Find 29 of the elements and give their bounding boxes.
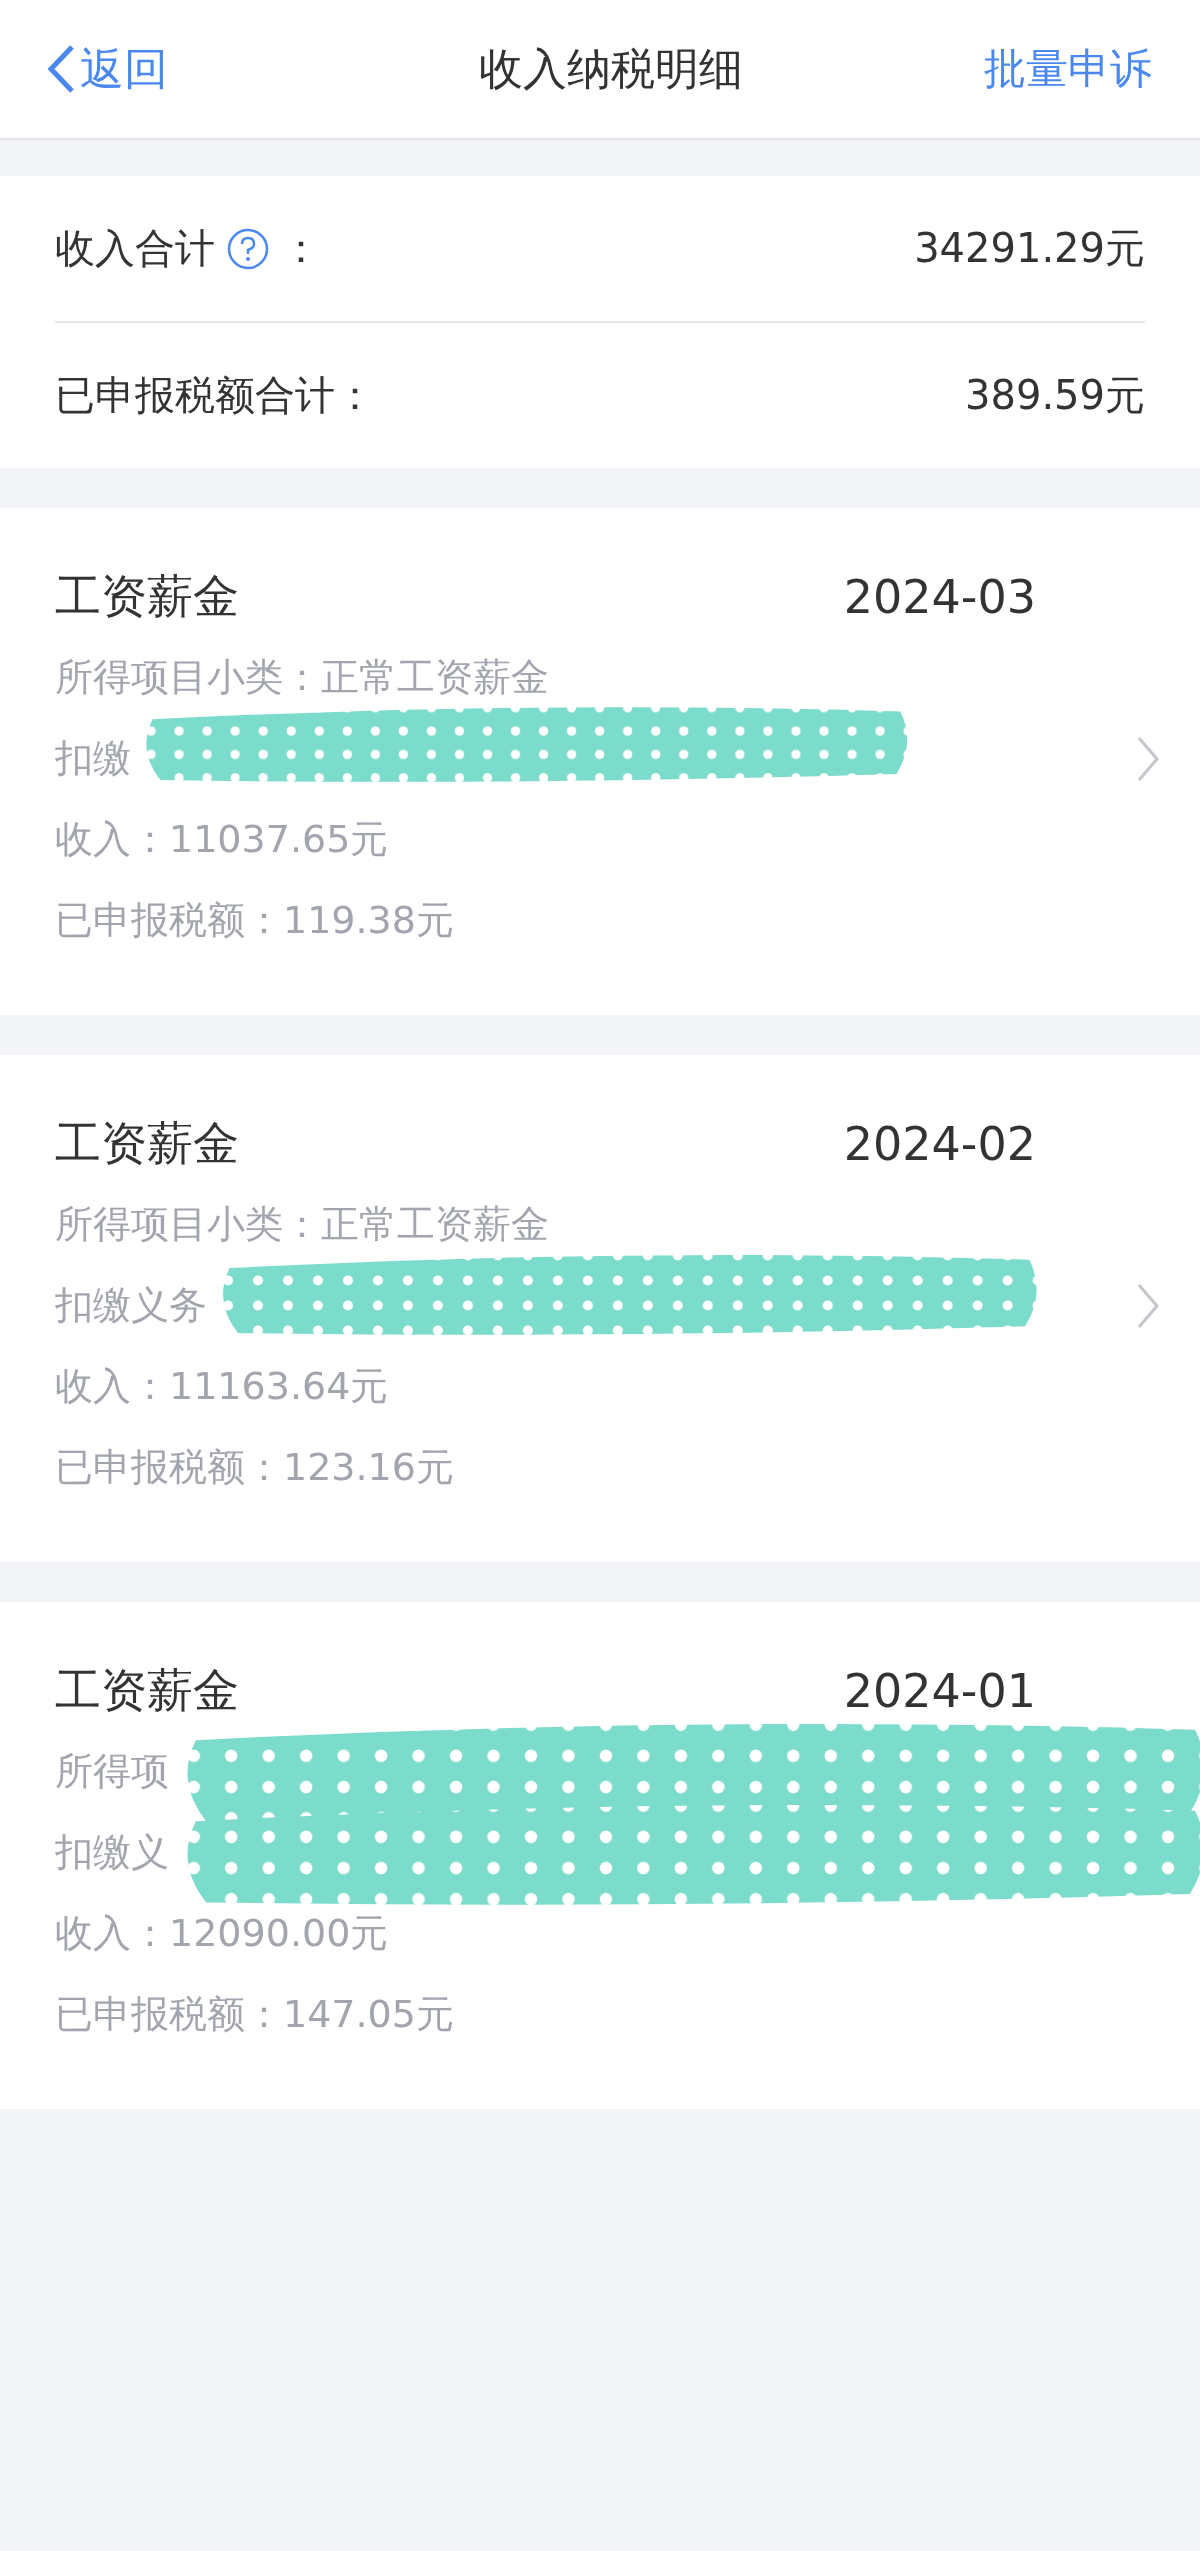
period-text: 2024-03	[843, 569, 1036, 624]
income-type: 工资薪金	[55, 567, 239, 625]
period-text: 2024-01	[843, 1663, 1036, 1718]
income-type: 工资薪金	[55, 1114, 239, 1172]
income-record-card[interactable]: 工资薪金 2024-02 所得项目小类：正常工资薪金 扣缴义务 收入：11163.64元 已申报税额：123.16元	[0, 1055, 1200, 1562]
detail-text: 扣缴义	[55, 1829, 169, 1876]
detail-text: 收入：11037.65元	[55, 816, 389, 863]
detail-text: 已申报税额：123.16元	[55, 1444, 454, 1491]
colon-text: ：	[281, 224, 321, 273]
help-icon[interactable]	[227, 227, 269, 270]
detail-text: 扣缴义务	[55, 1282, 207, 1329]
detail-text: 已申报税额：147.05元	[55, 1991, 454, 2038]
page-title: 收入纳税明细	[479, 41, 743, 96]
detail-text: 所得项	[55, 1748, 169, 1795]
detail-text: 收入：11163.64元	[55, 1363, 389, 1410]
detail-text: 所得项目小类：正常工资薪金	[55, 1201, 549, 1248]
summary-value: 389.59元	[965, 371, 1145, 420]
detail-text: 已申报税额：119.38元	[55, 897, 454, 944]
income-type: 工资薪金	[55, 1661, 239, 1719]
chevron-left-icon	[46, 44, 76, 94]
detail-text: 所得项目小类：正常工资薪金	[55, 654, 549, 701]
summary-value: 34291.29元	[914, 224, 1145, 273]
income-record-card[interactable]: 工资薪金 2024-03 所得项目小类：正常工资薪金 扣缴 收入：11037.65元 已申报税额：119.38元	[0, 508, 1200, 1015]
detail-text: 扣缴	[55, 735, 131, 782]
detail-text: 收入：12090.00元	[55, 1910, 389, 1957]
summary-label: 已申报税额合计：	[55, 371, 375, 420]
period-text: 2024-02	[843, 1116, 1036, 1171]
income-record-card[interactable]: 工资薪金 2024-01 所得项 扣缴义 收入：12090.00元 已申报税额：147.05元	[0, 1602, 1200, 2109]
summary-label: 收入合计	[55, 224, 215, 273]
